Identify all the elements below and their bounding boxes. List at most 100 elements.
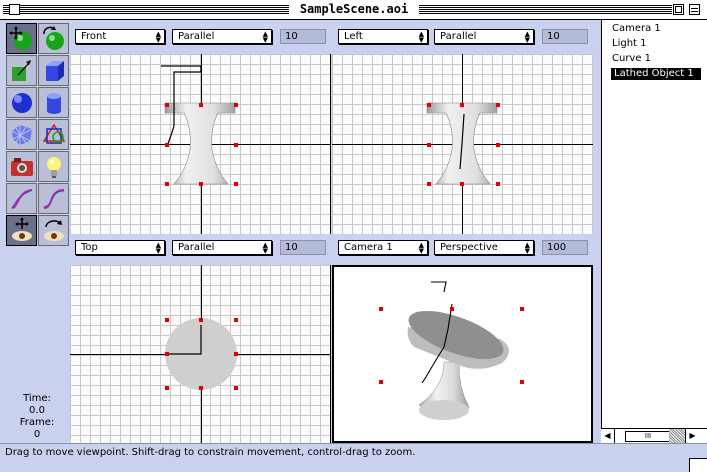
control-handle[interactable] — [496, 182, 500, 186]
viewport-front[interactable] — [70, 54, 331, 234]
scroll-right-arrow-icon[interactable]: ▶ — [685, 429, 699, 443]
scale-field-left[interactable]: 10 — [542, 29, 588, 44]
object-list-item-selected[interactable]: Lathed Object 1 — [611, 68, 701, 80]
control-handle[interactable] — [234, 103, 238, 107]
control-handle[interactable] — [427, 103, 431, 107]
select-arrows-icon: ▲ ▼ — [418, 241, 424, 255]
skew-tool-button[interactable] — [6, 55, 37, 86]
select-arrows-icon: ▲ ▼ — [155, 241, 161, 255]
lathed-object-left — [426, 102, 498, 185]
spline-tool-button[interactable] — [38, 183, 69, 214]
projection-select-front[interactable]: Parallel ▲ ▼ — [172, 29, 272, 44]
title-bar-stripes — [419, 5, 672, 15]
object-list-scrollbar[interactable]: ◀ III ▶ — [601, 428, 707, 443]
projection-select-left[interactable]: Parallel ▲ ▼ — [434, 29, 534, 44]
scroll-left-arrow-icon[interactable]: ◀ — [601, 429, 615, 443]
viewport-left[interactable] — [332, 54, 593, 234]
close-box-icon[interactable] — [9, 4, 20, 15]
scale-field-top[interactable]: 10 — [280, 240, 326, 255]
scale-field-camera[interactable]: 100 — [542, 240, 588, 255]
rotate-viewpoint-tool-button[interactable] — [38, 215, 69, 246]
control-handle[interactable] — [165, 386, 169, 390]
view-direction-select-top[interactable]: Top ▲ ▼ — [75, 240, 165, 255]
select-arrows-icon: ▲ ▼ — [262, 241, 268, 255]
sphere-tool-button[interactable] — [6, 87, 37, 118]
projection-select-camera[interactable]: Perspective ▲ ▼ — [434, 240, 534, 255]
select-arrows-icon: ▲ ▼ — [524, 241, 530, 255]
control-handle[interactable] — [165, 182, 169, 186]
projection-select-top[interactable]: Parallel ▲ ▼ — [172, 240, 272, 255]
control-handle[interactable] — [234, 182, 238, 186]
control-handle[interactable] — [427, 143, 431, 147]
scroll-thumb[interactable]: III — [625, 431, 671, 442]
object-list[interactable]: Camera 1 Light 1 Curve 1 Lathed Object 1 — [601, 20, 707, 448]
view-direction-select-front[interactable]: Front ▲ ▼ — [75, 29, 165, 44]
title-bar-stripes — [3, 5, 289, 15]
object-list-item[interactable]: Camera 1 — [612, 23, 661, 35]
move-tool-button[interactable] — [6, 23, 37, 54]
select-value: Parallel — [440, 31, 477, 42]
cube-tool-button[interactable] — [38, 55, 69, 86]
viewport-top[interactable] — [70, 265, 331, 443]
view-direction-select-camera[interactable]: Camera 1 ▲ ▼ — [338, 240, 428, 255]
polygon-tool-button[interactable] — [38, 119, 69, 150]
camera-tool-icon — [10, 157, 33, 176]
scroll-track[interactable] — [669, 429, 685, 443]
resize-grip-icon[interactable] — [689, 458, 707, 472]
curve-tool-button[interactable] — [6, 183, 37, 214]
control-handle[interactable] — [165, 103, 169, 107]
control-handle[interactable] — [199, 182, 203, 186]
viewport-camera[interactable] — [332, 265, 593, 443]
sphere-tool-icon — [11, 92, 32, 113]
control-handle[interactable] — [427, 182, 431, 186]
control-handle[interactable] — [199, 318, 203, 322]
control-handle[interactable] — [496, 143, 500, 147]
curve-tool-icon — [11, 188, 32, 209]
select-value: Parallel — [178, 31, 215, 42]
control-handle[interactable] — [199, 103, 203, 107]
move-viewpoint-tool-icon — [11, 216, 32, 241]
polygon-mesh-tool-button[interactable] — [6, 119, 37, 150]
control-handle[interactable] — [234, 318, 238, 322]
cylinder-tool-icon — [46, 92, 61, 114]
move-tool-icon — [8, 25, 32, 50]
cylinder-tool-button[interactable] — [38, 87, 69, 118]
control-handle[interactable] — [379, 307, 383, 311]
control-handle[interactable] — [520, 380, 524, 384]
control-handle[interactable] — [234, 352, 238, 356]
collapse-box-icon[interactable] — [689, 4, 700, 15]
status-message: Drag to move viewpoint. Shift-drag to co… — [5, 447, 416, 458]
control-handle[interactable] — [234, 386, 238, 390]
zoom-box-icon[interactable] — [673, 4, 684, 15]
control-handle[interactable] — [496, 103, 500, 107]
select-value: Camera 1 — [344, 242, 393, 253]
control-handle[interactable] — [460, 103, 464, 107]
control-handle[interactable] — [379, 380, 383, 384]
move-viewpoint-tool-button[interactable] — [6, 215, 37, 246]
object-list-item[interactable]: Curve 1 — [612, 53, 651, 65]
skew-tool-icon — [11, 59, 31, 81]
control-handle[interactable] — [165, 143, 169, 147]
frame-label: Frame: — [19, 417, 55, 428]
select-value: Parallel — [178, 242, 215, 253]
polygon-mesh-tool-icon — [11, 124, 32, 145]
rotate-tool-button[interactable] — [38, 23, 69, 54]
select-value: Front — [81, 31, 107, 42]
control-handle[interactable] — [520, 307, 524, 311]
control-handle[interactable] — [234, 143, 238, 147]
title-bar[interactable]: SampleScene.aoi — [0, 0, 707, 20]
light-tool-button[interactable] — [38, 151, 69, 182]
object-list-item[interactable]: Light 1 — [612, 38, 647, 50]
control-handle[interactable] — [165, 352, 169, 356]
camera-tool-button[interactable] — [6, 151, 37, 182]
scale-field-front[interactable]: 10 — [280, 29, 326, 44]
select-value: Top — [81, 242, 98, 253]
control-handle[interactable] — [199, 386, 203, 390]
control-handle[interactable] — [460, 182, 464, 186]
spline-tool-icon — [43, 188, 64, 209]
select-arrows-icon: ▲ ▼ — [418, 30, 424, 44]
control-handle[interactable] — [450, 307, 454, 311]
view-direction-select-left[interactable]: Left ▲ ▼ — [338, 29, 428, 44]
control-handle[interactable] — [165, 318, 169, 322]
select-value: Perspective — [440, 242, 498, 253]
